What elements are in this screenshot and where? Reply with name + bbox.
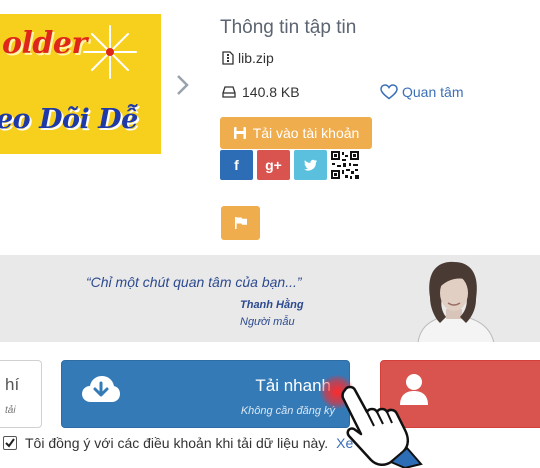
- file-name-row: lib.zip: [222, 50, 274, 66]
- file-zip-icon: [222, 51, 234, 65]
- terms-text: Tôi đồng ý với các điều khoản khi tải dữ…: [25, 435, 329, 451]
- file-size: 140.8 KB: [242, 84, 300, 100]
- share-twitter-button[interactable]: [294, 150, 327, 180]
- normal-download-sub: tải: [5, 405, 16, 416]
- save-to-account-button[interactable]: Tải vào tài khoản: [220, 117, 372, 149]
- follow-button[interactable]: Quan tâm: [380, 84, 463, 100]
- cloud-download-icon: [82, 376, 120, 402]
- fast-download-sub: Không cần đăng ký: [240, 405, 335, 417]
- banner-name: Thanh Hằng: [240, 299, 304, 311]
- report-button[interactable]: [221, 206, 260, 240]
- thumbnail-text-bottom: eo Dõi Dễ: [0, 104, 138, 135]
- share-facebook-button[interactable]: f: [220, 150, 253, 180]
- file-name: lib.zip: [238, 50, 274, 66]
- twitter-bird-icon: [303, 159, 317, 171]
- heart-icon: [380, 84, 398, 100]
- firework-icon: [83, 25, 137, 79]
- fast-download-button[interactable]: Tải nhanh Không cần đăng ký: [61, 360, 350, 428]
- normal-download-button[interactable]: hí tải: [0, 360, 42, 428]
- banner-role: Người mẫu: [240, 316, 295, 328]
- hand-pointer-icon: [341, 385, 423, 468]
- terms-checkbox[interactable]: [3, 436, 17, 450]
- terms-agreement: Tôi đồng ý với các điều khoản khi tải dữ…: [3, 435, 353, 451]
- normal-download-label: hí: [5, 375, 20, 394]
- file-thumbnail: older eo Dõi Dễ: [0, 14, 161, 154]
- share-google-plus-button[interactable]: g+: [257, 150, 290, 180]
- checkmark-icon: [5, 438, 15, 448]
- banner-quote: “Chỉ một chút quan tâm của bạn...”: [86, 274, 302, 290]
- flag-icon: [234, 217, 247, 229]
- hard-drive-icon: [222, 86, 236, 98]
- file-size-row: 140.8 KB: [222, 84, 300, 100]
- follow-label: Quan tâm: [402, 84, 464, 100]
- file-info-title: Thông tin tập tin: [220, 17, 357, 38]
- save-label: Tải vào tài khoản: [252, 125, 360, 141]
- save-icon: [233, 127, 246, 139]
- model-photo: [417, 261, 495, 342]
- thumbnail-text-top: older: [2, 26, 87, 61]
- promo-banner[interactable]: “Chỉ một chút quan tâm của bạn...” Thanh…: [0, 255, 540, 342]
- qr-code-icon[interactable]: [330, 150, 360, 180]
- chevron-right-icon[interactable]: [174, 70, 192, 100]
